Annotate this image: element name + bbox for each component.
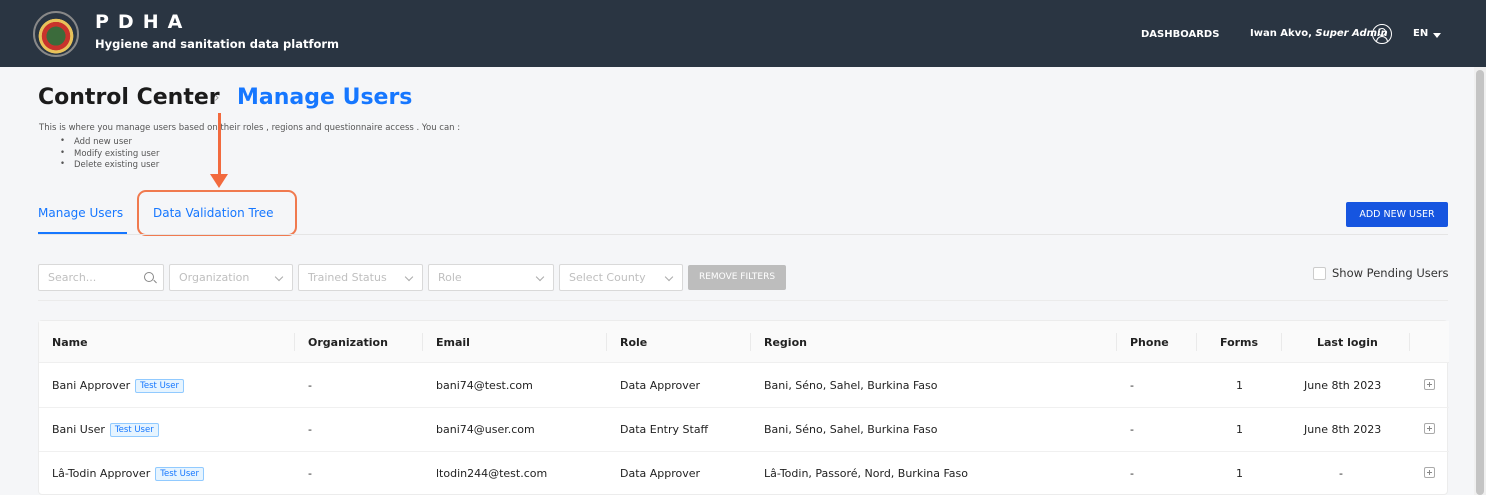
cell-last-login: -: [1339, 467, 1343, 480]
list-item: Delete existing user: [60, 159, 160, 172]
cell-phone: -: [1130, 423, 1134, 436]
column-header-role[interactable]: Role: [620, 336, 647, 349]
column-divider: [422, 333, 423, 351]
column-divider: [750, 333, 751, 351]
role-select[interactable]: Role: [428, 264, 554, 291]
organization-placeholder: Organization: [179, 271, 250, 284]
user-name: Lâ-Todin Approver: [52, 467, 151, 480]
cell-region: Lâ-Todin, Passoré, Nord, Burkina Faso: [764, 467, 968, 480]
table-header: Name Organization Email Role Region Phon…: [39, 321, 1449, 363]
table-row[interactable]: Bani Approver Test User - bani74@test.com…: [39, 364, 1449, 408]
cell-forms: 1: [1236, 423, 1243, 436]
column-header-forms[interactable]: Forms: [1220, 336, 1258, 349]
chevron-down-icon: [274, 272, 284, 282]
cell-phone: -: [1130, 467, 1134, 480]
cell-email: bani74@test.com: [436, 379, 533, 392]
test-user-badge: Test User: [109, 423, 159, 437]
expand-row-icon[interactable]: [1424, 379, 1435, 390]
user-name: Bani Approver: [52, 379, 131, 392]
column-divider: [294, 333, 295, 351]
cell-role: Data Approver: [620, 467, 701, 480]
chevron-down-icon: [664, 272, 674, 282]
add-new-user-button[interactable]: ADD NEW USER: [1346, 202, 1448, 227]
user-name: Iwan Akvo,: [1250, 28, 1316, 39]
column-header-phone[interactable]: Phone: [1130, 336, 1169, 349]
cell-role: Data Entry Staff: [620, 423, 709, 436]
user-menu[interactable]: Iwan Akvo, Super Admin: [1250, 28, 1388, 39]
page-description: This is where you manage users based on …: [39, 123, 461, 133]
annotation-highlight-box: [137, 190, 297, 236]
cell-organization: -: [308, 467, 312, 480]
list-item: Modify existing user: [60, 148, 160, 161]
column-header-last-login[interactable]: Last login: [1317, 336, 1378, 349]
language-selector[interactable]: EN: [1413, 28, 1428, 39]
filters-divider: [38, 300, 1448, 301]
column-header-organization[interactable]: Organization: [308, 336, 388, 349]
nav-dashboards-link[interactable]: DASHBOARDS: [1141, 29, 1219, 40]
list-item: Add new user: [60, 136, 160, 149]
column-divider: [1116, 333, 1117, 351]
search-icon[interactable]: [144, 272, 154, 282]
table-row[interactable]: Lâ-Todin Approver Test User - ltodin244@t…: [39, 452, 1449, 495]
page-title: Manage Users: [237, 85, 413, 110]
cell-phone: -: [1130, 379, 1134, 392]
annotation-arrow-head: [210, 174, 228, 188]
county-placeholder: Select County: [569, 271, 646, 284]
user-name: Bani User: [52, 423, 105, 436]
organization-select[interactable]: Organization: [169, 264, 293, 291]
cell-role: Data Approver: [620, 379, 701, 392]
scrollbar-thumb[interactable]: [1476, 70, 1484, 495]
county-select[interactable]: Select County: [559, 264, 683, 291]
cell-last-login: June 8th 2023: [1304, 423, 1382, 436]
users-table: Name Organization Email Role Region Phon…: [38, 320, 1449, 495]
search-placeholder: Search...: [48, 271, 97, 284]
cell-email: ltodin244@test.com: [436, 467, 548, 480]
tabs-divider: [38, 234, 1448, 235]
show-pending-label[interactable]: Show Pending Users: [1313, 266, 1449, 280]
cell-name: Bani Approver Test User: [52, 379, 184, 393]
trained-status-placeholder: Trained Status: [308, 271, 387, 284]
cell-name: Lâ-Todin Approver Test User: [52, 467, 205, 481]
cell-forms: 1: [1236, 379, 1243, 392]
cell-organization: -: [308, 379, 312, 392]
column-divider: [1196, 333, 1197, 351]
column-divider: [1281, 333, 1282, 351]
cell-organization: -: [308, 423, 312, 436]
remove-filters-button[interactable]: REMOVE FILTERS: [688, 265, 786, 290]
table-row[interactable]: Bani User Test User - bani74@user.com Dat…: [39, 408, 1449, 452]
test-user-badge: Test User: [135, 379, 184, 393]
capability-list: Add new user Modify existing user Delete…: [60, 136, 160, 172]
search-input[interactable]: Search...: [38, 264, 164, 291]
brand-title[interactable]: PDHA: [95, 11, 191, 33]
tab-manage-users[interactable]: Manage Users: [38, 206, 123, 220]
cell-email: bani74@user.com: [436, 423, 535, 436]
breadcrumb-separator: ›: [214, 90, 220, 106]
expand-row-icon[interactable]: [1424, 423, 1435, 434]
chevron-down-icon: [404, 272, 414, 282]
column-header-name[interactable]: Name: [52, 336, 88, 349]
breadcrumb-control-center[interactable]: Control Center: [38, 85, 220, 110]
cell-last-login: June 8th 2023: [1304, 379, 1382, 392]
column-divider: [606, 333, 607, 351]
role-placeholder: Role: [438, 271, 462, 284]
annotation-arrow: [218, 113, 221, 176]
cell-region: Bani, Séno, Sahel, Burkina Faso: [764, 379, 938, 392]
user-avatar-icon[interactable]: [1372, 24, 1392, 44]
column-header-region[interactable]: Region: [764, 336, 807, 349]
chevron-down-icon: [535, 272, 545, 282]
trained-status-select[interactable]: Trained Status: [298, 264, 423, 291]
top-navbar: PDHA Hygiene and sanitation data platfor…: [0, 0, 1486, 67]
test-user-badge: Test User: [155, 467, 205, 481]
chevron-down-icon[interactable]: [1433, 33, 1441, 38]
expand-row-icon[interactable]: [1424, 467, 1435, 478]
pdha-logo[interactable]: [33, 11, 79, 57]
cell-name: Bani User Test User: [52, 423, 159, 437]
column-header-email[interactable]: Email: [436, 336, 470, 349]
brand-subtitle: Hygiene and sanitation data platform: [95, 37, 340, 51]
cell-region: Bani, Séno, Sahel, Burkina Faso: [764, 423, 938, 436]
cell-forms: 1: [1236, 467, 1243, 480]
column-divider: [1409, 333, 1410, 351]
